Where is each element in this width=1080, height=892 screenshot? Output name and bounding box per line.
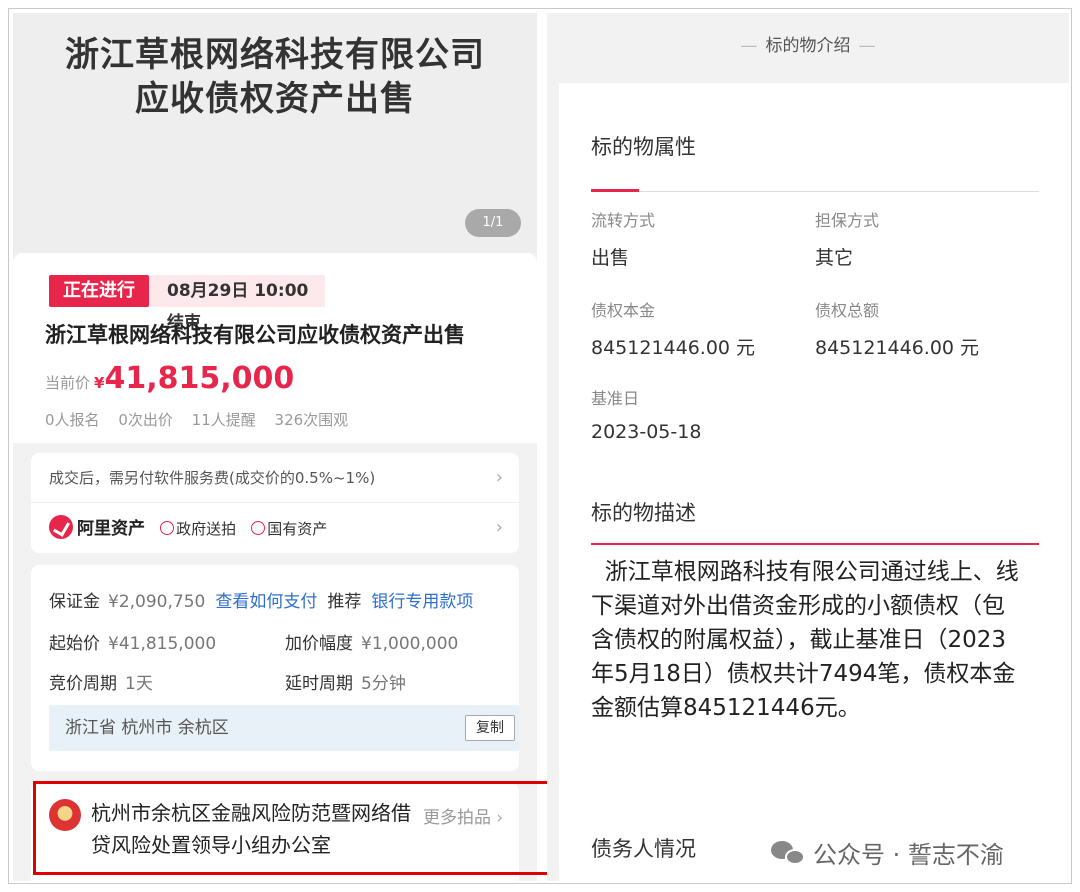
auction-summary-card: 正在进行 08月29日 10:00 结束 浙江草根网络科技有限公司应收债权资产出… xyxy=(13,253,537,443)
check-circle-icon xyxy=(251,521,266,535)
lot-intro-panel: — 标的物介绍 — 标的物属性 流转方式 出售 担保方式 其它 债权本金 84512… xyxy=(547,13,1069,881)
image-pager: 1/1 xyxy=(465,209,521,237)
check-circle-icon xyxy=(160,521,175,535)
platform-name: 阿里资产 xyxy=(77,518,145,539)
wechat-icon xyxy=(771,841,807,867)
base-date-label: 基准日 xyxy=(591,389,640,408)
price-value: 41,815,000 xyxy=(104,361,295,396)
start-price-value: ¥41,815,000 xyxy=(108,634,217,654)
extend-row: 延时周期 5分钟 xyxy=(285,669,406,694)
fee-notice-text: 成交后，需另付软件服务费(成交价的0.5%~1%) xyxy=(49,469,376,487)
watermark-text: 公众号 · 誓志不渝 xyxy=(813,841,1004,869)
extend-value: 5分钟 xyxy=(361,674,406,694)
description-text: 浙江草根网路科技有限公司通过线上、线下渠道对外出借资金形成的小额债权（包含债权的… xyxy=(591,559,1019,721)
transfer-value: 出售 xyxy=(591,247,630,269)
tag-state-owned: 国有资产 xyxy=(251,520,327,538)
increment-value: ¥1,000,000 xyxy=(361,634,459,654)
cycle-value: 1天 xyxy=(125,674,153,694)
section-title: 标的物介绍 xyxy=(765,36,851,56)
detail-card: 标的物属性 流转方式 出售 担保方式 其它 债权本金 845121446.00 … xyxy=(559,83,1069,881)
screenshot-frame: 浙江草根网络科技有限公司 应收债权资产出售 1/1 正在进行 08月29日 10… xyxy=(8,8,1072,884)
end-time: 08月29日 10:00 结束 xyxy=(149,275,325,333)
base-date-value: 2023-05-18 xyxy=(591,421,702,443)
description-underline xyxy=(591,543,1039,545)
bank-payment-link[interactable]: 银行专用款项 xyxy=(371,592,473,612)
address-box: 浙江省 杭州市 余杭区 复制 xyxy=(49,705,519,751)
total-label: 债权总额 xyxy=(815,301,880,320)
attributes-heading: 标的物属性 xyxy=(591,135,696,159)
increment-row: 加价幅度 ¥1,000,000 xyxy=(285,629,458,654)
address-text: 浙江省 杭州市 余杭区 xyxy=(65,718,229,738)
guarantee-value: 其它 xyxy=(815,247,854,269)
highlight-box xyxy=(33,781,563,875)
start-price-label: 起始价 xyxy=(49,634,100,654)
tag-government: 政府送拍 xyxy=(160,520,236,538)
cycle-label: 竞价周期 xyxy=(49,674,117,694)
guarantee-label: 担保方式 xyxy=(815,211,880,230)
stat-registrations: 0人报名 xyxy=(45,411,100,429)
copy-button[interactable]: 复制 xyxy=(465,715,515,741)
auction-detail-panel: 浙江草根网络科技有限公司 应收债权资产出售 1/1 正在进行 08月29日 10… xyxy=(13,13,537,881)
transfer-label: 流转方式 xyxy=(591,211,656,230)
hero-image[interactable]: 浙江草根网络科技有限公司 应收债权资产出售 1/1 xyxy=(13,13,537,253)
heading-underline xyxy=(591,189,639,192)
extend-label: 延时周期 xyxy=(285,674,353,694)
start-price-row: 起始价 ¥41,815,000 xyxy=(49,629,216,654)
chevron-right-icon: › xyxy=(495,517,503,538)
auction-stats: 0人报名 0次出价 11人提醒 326次围观 xyxy=(45,409,362,430)
stat-bids: 0次出价 xyxy=(118,411,173,429)
how-to-pay-link[interactable]: 查看如何支付 xyxy=(215,592,317,612)
principal-label: 债权本金 xyxy=(591,301,656,320)
hero-title-line1: 浙江草根网络科技有限公司 xyxy=(65,35,485,75)
principal-value: 845121446.00 元 xyxy=(591,337,756,359)
hero-title: 浙江草根网络科技有限公司 应收债权资产出售 xyxy=(13,33,537,121)
terms-card: 保证金 ¥2,090,750 查看如何支付 推荐 银行专用款项 起始价 ¥41,815,0… xyxy=(31,565,519,771)
description-heading: 标的物描述 xyxy=(591,501,696,525)
divider xyxy=(591,191,1039,192)
watermark: 公众号 · 誓志不渝 xyxy=(771,835,1004,870)
ali-assets-logo-icon xyxy=(49,514,73,539)
platform-row[interactable]: 阿里资产 政府送拍 国有资产 › xyxy=(31,503,519,553)
deposit-row: 保证金 ¥2,090,750 查看如何支付 推荐 银行专用款项 xyxy=(49,587,473,612)
cycle-row: 竞价周期 1天 xyxy=(49,669,153,694)
section-header: — 标的物介绍 — xyxy=(740,36,876,56)
price-currency: ¥ xyxy=(94,374,105,392)
debtor-heading: 债务人情况 xyxy=(591,837,696,861)
lot-title: 浙江草根网络科技有限公司应收债权资产出售 xyxy=(45,323,465,347)
chevron-right-icon: › xyxy=(495,467,503,488)
deposit-value: ¥2,090,750 xyxy=(108,592,206,612)
increment-label: 加价幅度 xyxy=(285,634,353,654)
deposit-label: 保证金 xyxy=(49,592,100,612)
status-badge: 正在进行 xyxy=(49,275,149,307)
stat-views: 326次围观 xyxy=(274,411,349,429)
total-value: 845121446.00 元 xyxy=(815,337,980,359)
stat-reminders: 11人提醒 xyxy=(191,411,256,429)
fee-notice-row[interactable]: 成交后，需另付软件服务费(成交价的0.5%~1%) › xyxy=(31,453,519,503)
service-card: 成交后，需另付软件服务费(成交价的0.5%~1%) › 阿里资产 政府送拍 国有… xyxy=(31,453,519,553)
hero-title-line2: 应收债权资产出售 xyxy=(135,79,415,119)
current-price: 当前价 ¥41,815,000 xyxy=(45,361,294,396)
recommend-label: 推荐 xyxy=(327,592,362,612)
price-label: 当前价 xyxy=(45,374,91,392)
